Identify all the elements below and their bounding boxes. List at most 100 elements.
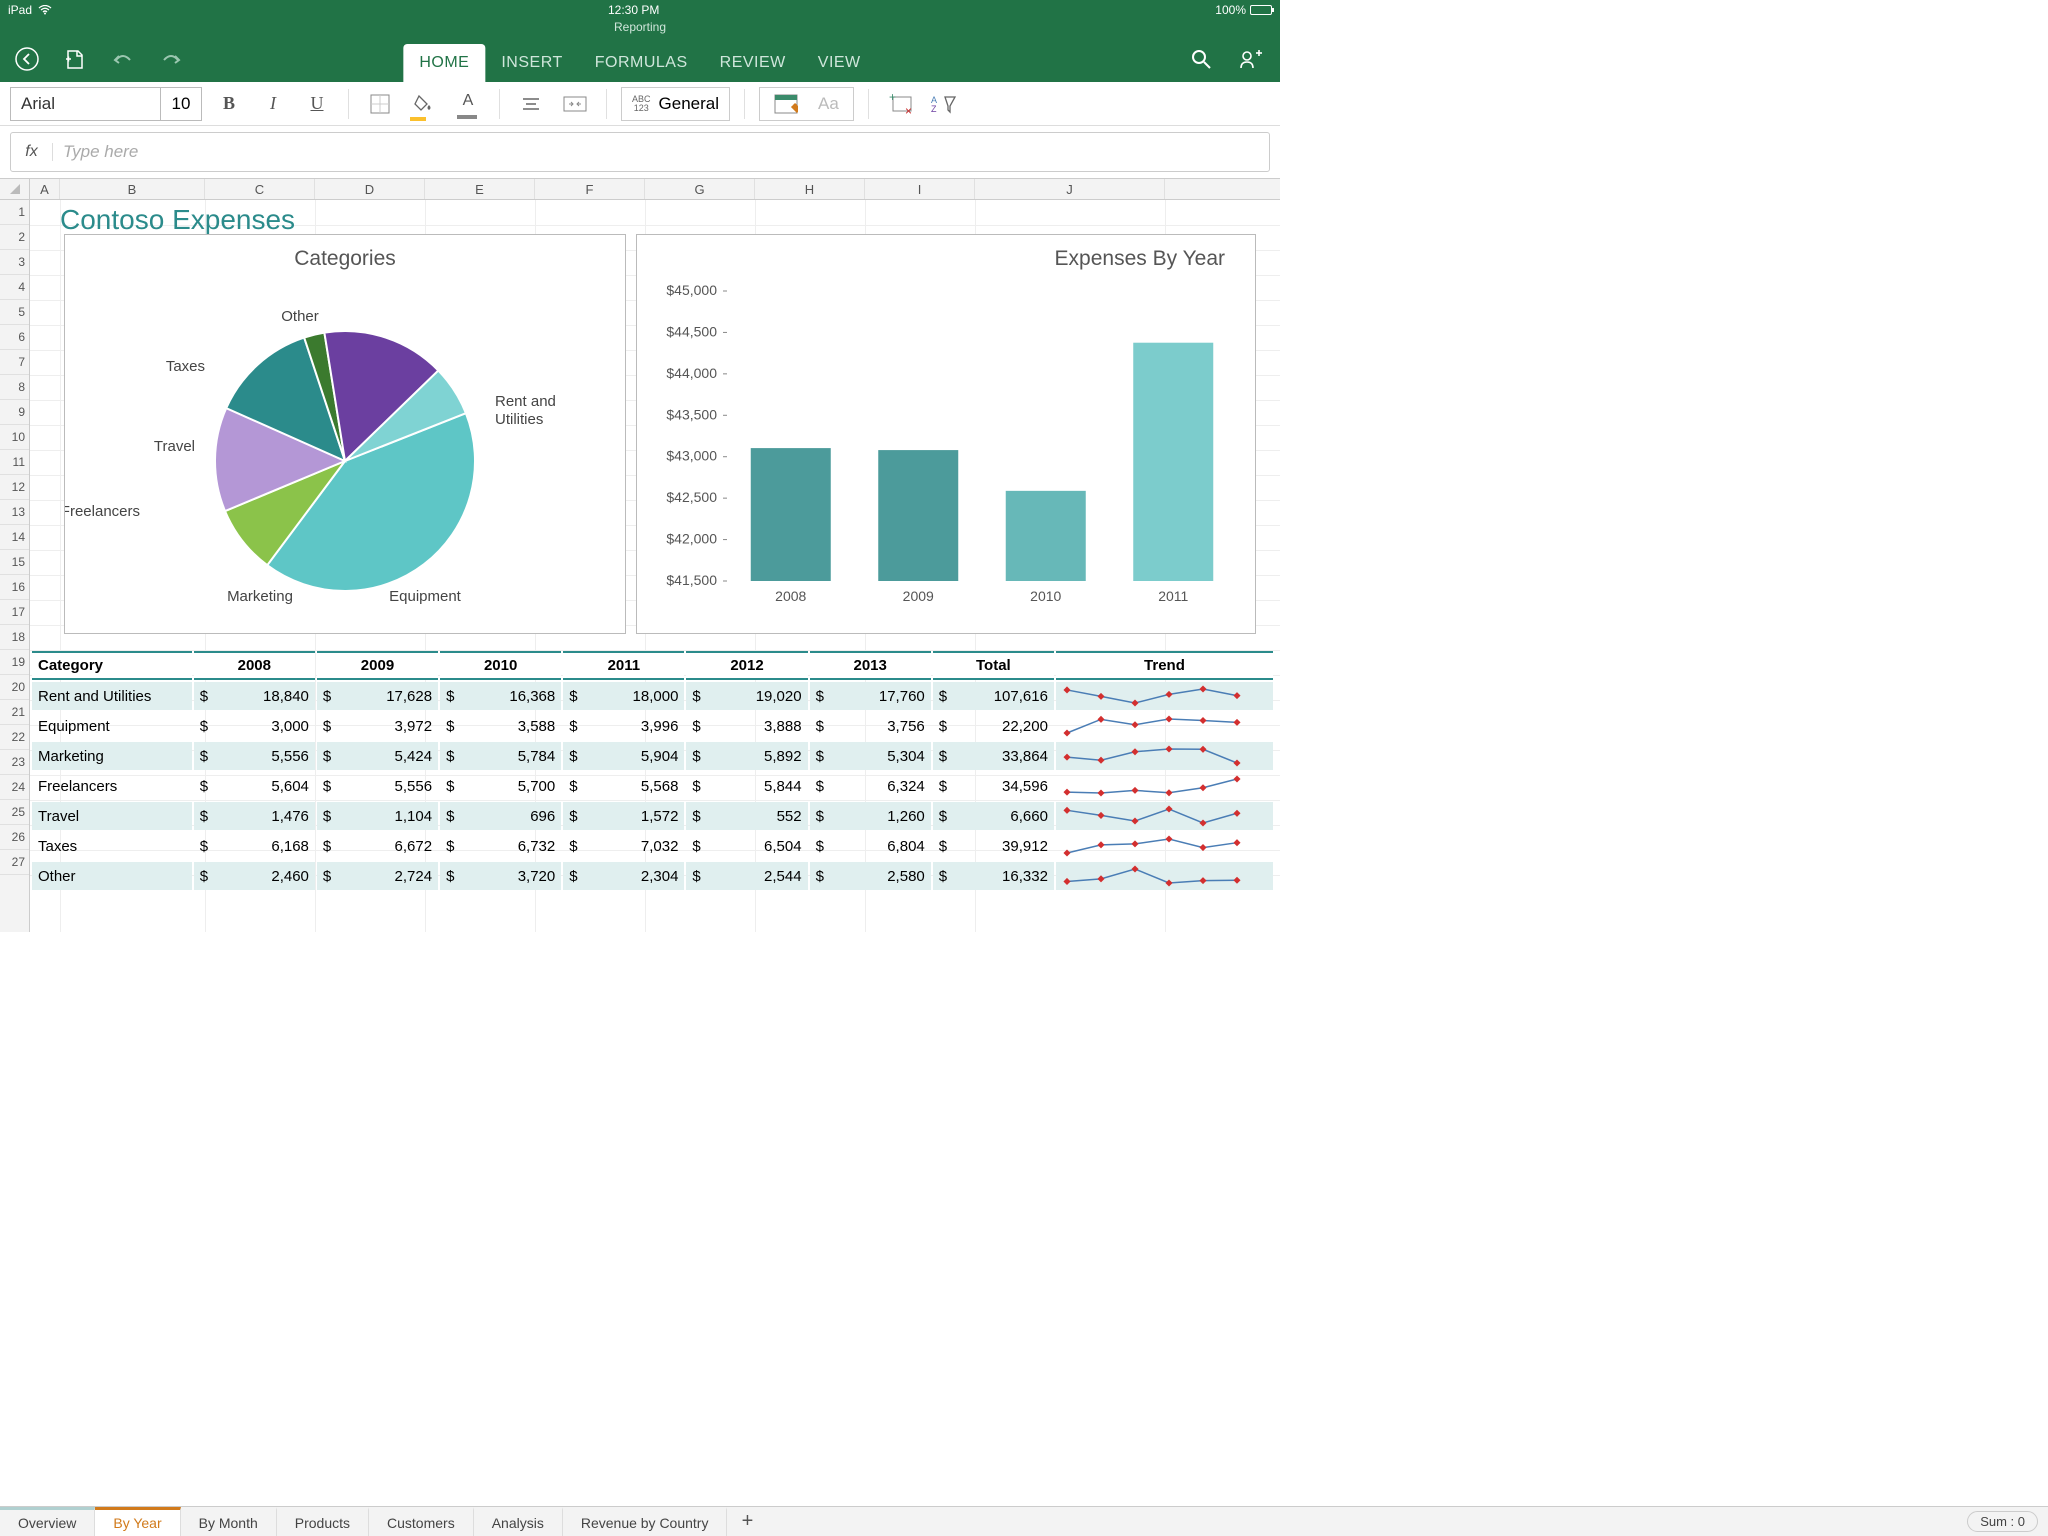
expenses-table[interactable]: Category200820092010201120122013TotalTre… [30, 649, 1275, 892]
row-header-25[interactable]: 25 [0, 800, 29, 825]
col-header-J[interactable]: J [975, 179, 1165, 199]
row-header-27[interactable]: 27 [0, 850, 29, 875]
back-button[interactable] [14, 46, 40, 72]
sheet-title[interactable]: Contoso Expenses [60, 204, 295, 236]
table-row[interactable]: Taxes$6,168$6,672$6,732$7,032$6,504$6,80… [32, 832, 1273, 860]
redo-button[interactable] [158, 46, 184, 72]
merge-button[interactable] [558, 87, 592, 121]
col-header-F[interactable]: F [535, 179, 645, 199]
table-header[interactable]: Category [32, 651, 192, 680]
sum-status[interactable]: Sum : 0 [1967, 1511, 2038, 1532]
col-header-B[interactable]: B [60, 179, 205, 199]
undo-button[interactable] [110, 46, 136, 72]
table-header[interactable]: Total [933, 651, 1054, 680]
add-sheet-button[interactable]: + [727, 1507, 767, 1536]
table-row[interactable]: Travel$1,476$1,104$696$1,572$552$1,260$6… [32, 802, 1273, 830]
formula-input[interactable]: Type here [53, 142, 1269, 162]
formula-bar[interactable]: fx Type here [10, 132, 1270, 172]
row-header-21[interactable]: 21 [0, 700, 29, 725]
col-header-H[interactable]: H [755, 179, 865, 199]
row-header-7[interactable]: 7 [0, 350, 29, 375]
row-header-6[interactable]: 6 [0, 325, 29, 350]
font-picker[interactable]: Arial 10 [10, 87, 202, 121]
col-header-E[interactable]: E [425, 179, 535, 199]
find-button[interactable] [1190, 48, 1212, 70]
cell-styles-button[interactable]: Aa [759, 87, 854, 121]
worksheet-grid[interactable]: 1234567891011121314151617181920212223242… [0, 200, 1280, 932]
expenses-bar-chart[interactable]: Expenses By Year $41,500$42,000$42,500$4… [636, 234, 1256, 634]
row-header-3[interactable]: 3 [0, 250, 29, 275]
row-header-1[interactable]: 1 [0, 200, 29, 225]
table-header[interactable]: 2013 [810, 651, 931, 680]
bold-button[interactable]: B [212, 87, 246, 121]
col-header-C[interactable]: C [205, 179, 315, 199]
underline-button[interactable]: U [300, 87, 334, 121]
row-header-23[interactable]: 23 [0, 750, 29, 775]
ribbon-tab-formulas[interactable]: FORMULAS [579, 44, 704, 82]
row-header-10[interactable]: 10 [0, 425, 29, 450]
table-header[interactable]: 2011 [563, 651, 684, 680]
svg-text:$43,000: $43,000 [666, 448, 717, 464]
table-header[interactable]: 2012 [686, 651, 807, 680]
table-row[interactable]: Marketing$5,556$5,424$5,784$5,904$5,892$… [32, 742, 1273, 770]
borders-button[interactable] [363, 87, 397, 121]
row-header-5[interactable]: 5 [0, 300, 29, 325]
sheet-tab-products[interactable]: Products [277, 1507, 369, 1536]
sheet-tab-by-year[interactable]: By Year [95, 1507, 180, 1536]
row-headers[interactable]: 1234567891011121314151617181920212223242… [0, 200, 30, 932]
row-header-19[interactable]: 19 [0, 650, 29, 675]
row-header-22[interactable]: 22 [0, 725, 29, 750]
row-header-9[interactable]: 9 [0, 400, 29, 425]
col-header-I[interactable]: I [865, 179, 975, 199]
row-header-15[interactable]: 15 [0, 550, 29, 575]
align-button[interactable] [514, 87, 548, 121]
select-all-corner[interactable] [0, 179, 30, 199]
table-row[interactable]: Equipment$3,000$3,972$3,588$3,996$3,888$… [32, 712, 1273, 740]
row-header-14[interactable]: 14 [0, 525, 29, 550]
font-size[interactable]: 10 [161, 88, 201, 120]
sheet-tab-customers[interactable]: Customers [369, 1507, 474, 1536]
file-button[interactable] [62, 46, 88, 72]
ribbon-tab-home[interactable]: HOME [403, 44, 485, 82]
sort-filter-button[interactable]: AZ [927, 87, 961, 121]
sheet-tab-overview[interactable]: Overview [0, 1507, 95, 1536]
row-header-26[interactable]: 26 [0, 825, 29, 850]
row-header-12[interactable]: 12 [0, 475, 29, 500]
status-time: 12:30 PM [52, 3, 1215, 17]
col-header-G[interactable]: G [645, 179, 755, 199]
font-color-button[interactable]: A [451, 87, 485, 121]
table-header[interactable]: 2009 [317, 651, 438, 680]
table-header[interactable]: 2010 [440, 651, 561, 680]
row-header-24[interactable]: 24 [0, 775, 29, 800]
categories-pie-chart[interactable]: Categories Rent andUtilitiesEquipmentMar… [64, 234, 626, 634]
table-header[interactable]: 2008 [194, 651, 315, 680]
row-header-11[interactable]: 11 [0, 450, 29, 475]
share-button[interactable] [1238, 48, 1262, 70]
fill-color-button[interactable] [407, 87, 441, 121]
table-row[interactable]: Freelancers$5,604$5,556$5,700$5,568$5,84… [32, 772, 1273, 800]
row-header-2[interactable]: 2 [0, 225, 29, 250]
ribbon-tab-insert[interactable]: INSERT [485, 44, 578, 82]
row-header-16[interactable]: 16 [0, 575, 29, 600]
row-header-8[interactable]: 8 [0, 375, 29, 400]
table-row[interactable]: Rent and Utilities$18,840$17,628$16,368$… [32, 682, 1273, 710]
sheet-tab-by-month[interactable]: By Month [181, 1507, 277, 1536]
ribbon-tab-view[interactable]: VIEW [802, 44, 877, 82]
table-row[interactable]: Other$2,460$2,724$3,720$2,304$2,544$2,58… [32, 862, 1273, 890]
row-header-13[interactable]: 13 [0, 500, 29, 525]
ribbon-tab-review[interactable]: REVIEW [704, 44, 802, 82]
table-header[interactable]: Trend [1056, 651, 1273, 680]
column-headers[interactable]: ABCDEFGHIJ [0, 178, 1280, 200]
row-header-17[interactable]: 17 [0, 600, 29, 625]
row-header-4[interactable]: 4 [0, 275, 29, 300]
insert-delete-button[interactable]: +× [883, 87, 917, 121]
italic-button[interactable]: I [256, 87, 290, 121]
col-header-A[interactable]: A [30, 179, 60, 199]
font-name[interactable]: Arial [11, 88, 161, 120]
sheet-tab-analysis[interactable]: Analysis [474, 1507, 563, 1536]
sheet-tab-revenue-by-country[interactable]: Revenue by Country [563, 1507, 728, 1536]
number-format-picker[interactable]: ABC123 General [621, 87, 730, 121]
col-header-D[interactable]: D [315, 179, 425, 199]
row-header-20[interactable]: 20 [0, 675, 29, 700]
row-header-18[interactable]: 18 [0, 625, 29, 650]
